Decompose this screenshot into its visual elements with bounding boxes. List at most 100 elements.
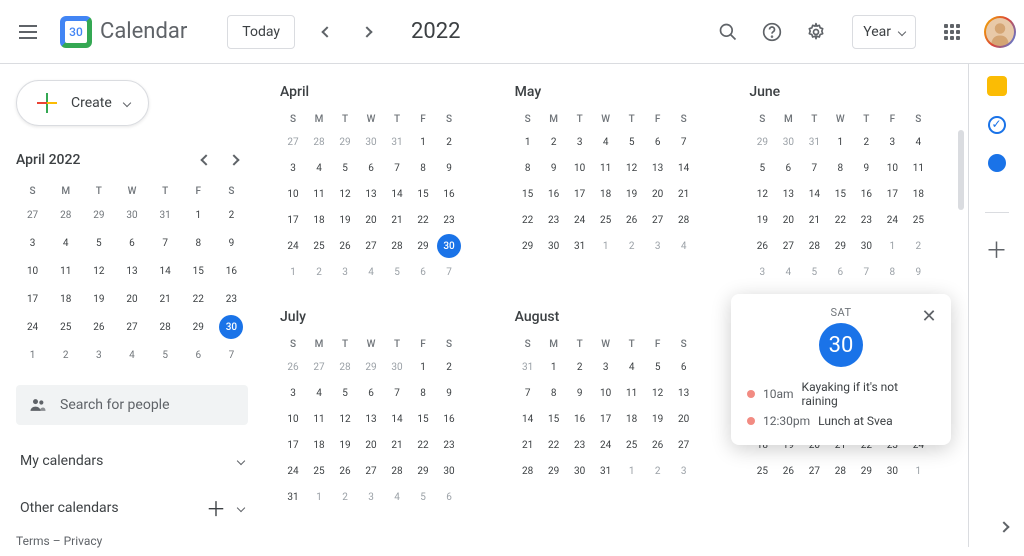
month-title[interactable]: June [749, 84, 952, 100]
day-cell[interactable]: 20 [776, 208, 800, 232]
search-people-input[interactable]: Search for people [16, 385, 248, 425]
day-cell[interactable]: 11 [594, 156, 618, 180]
account-avatar[interactable] [984, 16, 1016, 48]
day-cell[interactable]: 1 [594, 234, 618, 258]
day-cell[interactable]: 30 [359, 130, 383, 154]
day-cell[interactable]: 5 [750, 156, 774, 180]
day-cell[interactable]: 16 [437, 182, 461, 206]
day-cell[interactable]: 22 [828, 208, 852, 232]
mini-calendar[interactable]: SMTWTFS272829303112345678910111213141516… [16, 182, 248, 369]
day-cell[interactable]: 29 [828, 234, 852, 258]
day-cell[interactable]: 19 [333, 208, 357, 232]
day-cell[interactable]: 24 [594, 433, 618, 457]
day-cell[interactable]: 17 [880, 182, 904, 206]
day-cell[interactable]: 7 [802, 156, 826, 180]
mini-day[interactable]: 14 [153, 259, 177, 283]
day-cell[interactable]: 1 [516, 130, 540, 154]
day-cell[interactable]: 31 [516, 355, 540, 379]
day-cell[interactable]: 3 [672, 459, 696, 483]
day-cell[interactable]: 15 [411, 407, 435, 431]
day-cell[interactable]: 24 [568, 208, 592, 232]
day-cell[interactable]: 26 [333, 234, 357, 258]
help-button[interactable] [752, 12, 792, 52]
day-cell[interactable]: 19 [333, 433, 357, 457]
day-cell[interactable]: 4 [359, 260, 383, 284]
day-cell[interactable]: 4 [307, 381, 331, 405]
day-cell[interactable]: 27 [359, 459, 383, 483]
day-cell[interactable]: 4 [906, 130, 930, 154]
view-selector[interactable]: Year [852, 15, 916, 49]
day-cell[interactable]: 22 [411, 208, 435, 232]
mini-day[interactable]: 7 [219, 343, 243, 367]
day-cell[interactable]: 10 [880, 156, 904, 180]
day-cell[interactable]: 4 [620, 355, 644, 379]
mini-day[interactable]: 27 [120, 315, 144, 339]
day-cell[interactable]: 26 [333, 459, 357, 483]
mini-day[interactable]: 5 [153, 343, 177, 367]
day-cell[interactable]: 3 [646, 234, 670, 258]
day-cell[interactable]: 11 [307, 182, 331, 206]
day-cell[interactable]: 19 [620, 182, 644, 206]
day-cell[interactable]: 3 [281, 156, 305, 180]
day-cell[interactable]: 9 [437, 381, 461, 405]
day-cell[interactable]: 4 [594, 130, 618, 154]
day-cell[interactable]: 7 [516, 381, 540, 405]
day-cell[interactable]: 1 [880, 234, 904, 258]
day-cell[interactable]: 2 [333, 485, 357, 509]
day-cell[interactable]: 28 [672, 208, 696, 232]
day-cell[interactable]: 7 [672, 130, 696, 154]
day-cell[interactable]: 2 [542, 130, 566, 154]
mini-day[interactable]: 4 [54, 231, 78, 255]
day-cell[interactable]: 20 [646, 182, 670, 206]
day-cell[interactable]: 23 [542, 208, 566, 232]
day-cell[interactable]: 9 [542, 156, 566, 180]
day-cell[interactable]: 16 [542, 182, 566, 206]
day-cell[interactable]: 3 [568, 130, 592, 154]
day-cell[interactable]: 27 [359, 234, 383, 258]
day-cell[interactable]: 10 [594, 381, 618, 405]
day-cell[interactable]: 9 [854, 156, 878, 180]
my-calendars-section[interactable]: My calendars [16, 441, 248, 481]
day-cell[interactable]: 14 [516, 407, 540, 431]
day-cell[interactable]: 30 [776, 130, 800, 154]
day-cell[interactable]: 14 [672, 156, 696, 180]
day-cell[interactable]: 4 [307, 156, 331, 180]
day-cell[interactable]: 6 [359, 156, 383, 180]
settings-button[interactable] [796, 12, 836, 52]
day-cell[interactable]: 12 [750, 182, 774, 206]
mini-day[interactable]: 26 [87, 315, 111, 339]
today-button[interactable]: Today [227, 15, 295, 49]
mini-day[interactable]: 27 [21, 203, 45, 227]
scrollbar[interactable] [958, 130, 964, 210]
day-cell[interactable]: 3 [594, 355, 618, 379]
day-cell[interactable]: 28 [385, 459, 409, 483]
day-cell[interactable]: 12 [333, 407, 357, 431]
day-cell[interactable]: 9 [906, 260, 930, 284]
day-cell[interactable]: 20 [359, 208, 383, 232]
month-title[interactable]: August [515, 309, 718, 325]
day-cell[interactable]: 4 [776, 260, 800, 284]
mini-day[interactable]: 30 [120, 203, 144, 227]
mini-day[interactable]: 1 [186, 203, 210, 227]
day-cell[interactable]: 26 [620, 208, 644, 232]
mini-day[interactable]: 25 [54, 315, 78, 339]
day-cell[interactable]: 5 [646, 355, 670, 379]
mini-day[interactable]: 2 [219, 203, 243, 227]
day-cell[interactable]: 23 [568, 433, 592, 457]
day-cell[interactable]: 25 [307, 234, 331, 258]
day-cell[interactable]: 6 [672, 355, 696, 379]
day-cell[interactable]: 7 [854, 260, 878, 284]
day-cell[interactable]: 26 [281, 355, 305, 379]
day-cell[interactable]: 21 [385, 208, 409, 232]
search-button[interactable] [708, 12, 748, 52]
day-cell[interactable]: 29 [854, 459, 878, 483]
day-cell[interactable]: 18 [906, 182, 930, 206]
close-popup-button[interactable]: ✕ [915, 302, 943, 330]
day-cell[interactable]: 28 [828, 459, 852, 483]
day-cell[interactable]: 26 [646, 433, 670, 457]
mini-day[interactable]: 29 [87, 203, 111, 227]
day-cell[interactable]: 14 [802, 182, 826, 206]
day-cell[interactable]: 1 [307, 485, 331, 509]
day-cell[interactable]: 25 [906, 208, 930, 232]
day-cell[interactable]: 2 [906, 234, 930, 258]
